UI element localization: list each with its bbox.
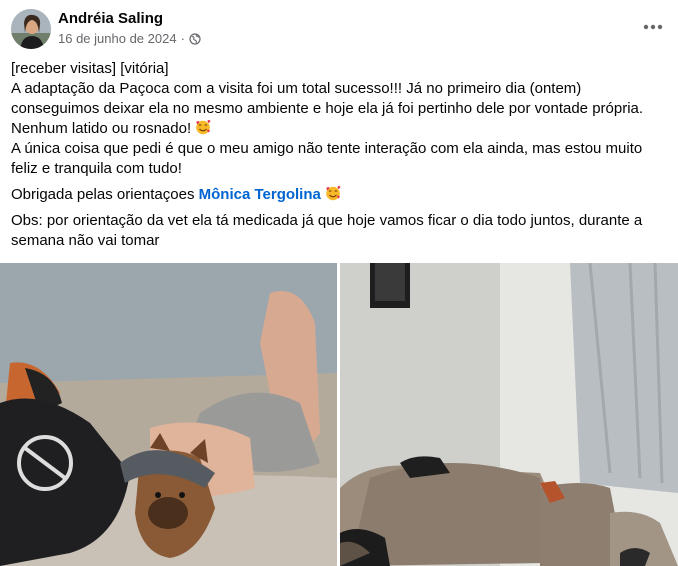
smiling-face-with-hearts-icon bbox=[195, 119, 211, 135]
post-date[interactable]: 16 de junho de 2024 bbox=[58, 31, 177, 46]
meta-separator: · bbox=[180, 31, 185, 46]
post-meta: 16 de junho de 2024 · bbox=[58, 31, 201, 46]
post-header: Andréia Saling 16 de junho de 2024 · bbox=[11, 7, 671, 49]
smiling-face-with-hearts-icon bbox=[325, 185, 341, 201]
more-options-icon bbox=[643, 24, 663, 30]
globe-icon[interactable] bbox=[189, 32, 201, 45]
post-tags: [receber visitas] [vitória] bbox=[11, 60, 169, 77]
mention-link[interactable]: Mônica Tergolina bbox=[199, 186, 321, 203]
post-paragraph-4: Obs: por orientação da vet ela tá medica… bbox=[11, 212, 643, 249]
post-text: [receber visitas] [vitória] A adaptação … bbox=[11, 59, 661, 251]
author-name[interactable]: Andréia Saling bbox=[58, 10, 163, 27]
photo-grid bbox=[0, 263, 678, 566]
more-options-button[interactable] bbox=[635, 9, 671, 45]
post-paragraph-3: Obrigada pelas orientaçoes Mônica Tergol… bbox=[11, 185, 661, 205]
photo-2[interactable] bbox=[340, 263, 678, 566]
photo-1[interactable] bbox=[0, 263, 337, 566]
avatar[interactable] bbox=[11, 9, 51, 49]
post-paragraph-1: A adaptação da Paçoca com a visita foi u… bbox=[11, 80, 644, 137]
post-paragraph-2: A única coisa que pedi é que o meu amigo… bbox=[11, 140, 643, 177]
facebook-post: Andréia Saling 16 de junho de 2024 · [re… bbox=[0, 0, 678, 566]
